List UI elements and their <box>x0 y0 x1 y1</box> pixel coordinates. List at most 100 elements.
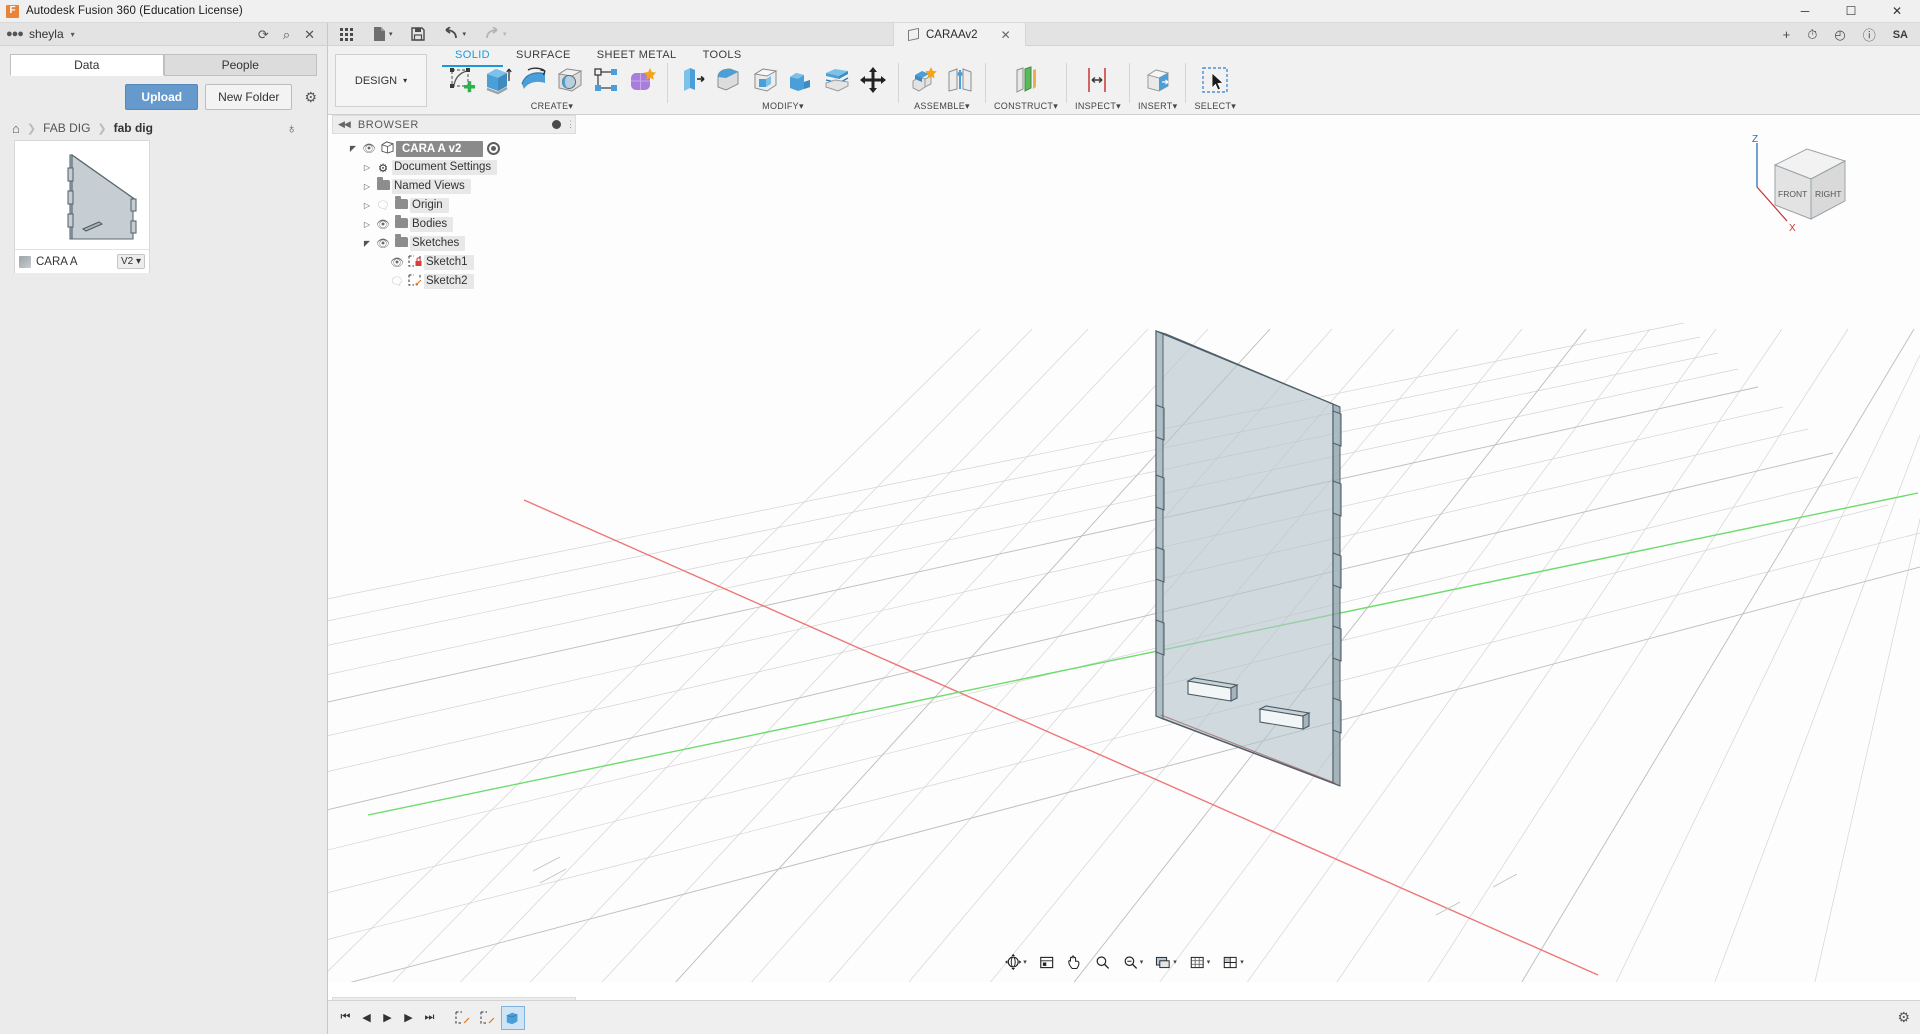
panel-label-construct[interactable]: CONSTRUCT▾ <box>994 101 1058 112</box>
joint-icon[interactable] <box>943 63 977 97</box>
play-button[interactable]: ▶ <box>378 1007 397 1029</box>
hub-name[interactable]: sheyla <box>29 27 64 41</box>
home-icon[interactable]: ⌂ <box>12 121 20 136</box>
look-at-button[interactable] <box>1034 951 1059 974</box>
tree-node-origin[interactable]: ▷ 🗨 Origin <box>332 196 576 215</box>
chevron-down-icon[interactable]: ▾ <box>71 30 75 39</box>
jump-end-button[interactable]: ⏭ <box>420 1007 439 1029</box>
redo-caret-icon[interactable]: ▾ <box>503 30 507 38</box>
gear-icon[interactable]: ⚙ <box>304 89 317 106</box>
tab-data[interactable]: Data <box>10 54 164 76</box>
workspace-selector[interactable]: DESIGN ▾ <box>335 54 427 107</box>
revolve-icon[interactable] <box>517 63 551 97</box>
tree-node-root[interactable]: ◤ 👁 CARA A v2 <box>332 139 576 158</box>
new-component-icon[interactable] <box>907 63 941 97</box>
tree-node-sketches[interactable]: ◤ 👁 Sketches <box>332 234 576 253</box>
step-back-button[interactable]: ◀ <box>357 1007 376 1029</box>
upload-button[interactable]: Upload <box>125 84 199 110</box>
avatar[interactable]: SA <box>1893 29 1908 41</box>
job-status-icon[interactable]: ⏱ <box>1807 27 1817 43</box>
tree-node-named-views[interactable]: ▷ Named Views <box>332 177 576 196</box>
expand-arrow-icon-origin[interactable]: ▷ <box>360 201 374 210</box>
refresh-icon[interactable]: ⟳ <box>258 28 269 41</box>
document-tab[interactable]: CARAAv2 ✕ <box>893 23 1026 46</box>
visibility-eye-icon-sketch1[interactable]: 👁 <box>388 256 406 269</box>
collapse-arrow-icon-sketches[interactable]: ◤ <box>360 239 374 248</box>
offset-plane-icon[interactable] <box>1009 63 1043 97</box>
save-icon[interactable] <box>410 26 426 42</box>
globe-icon[interactable]: ♁ <box>287 120 298 136</box>
fit-caret-icon[interactable]: ▾ <box>1140 958 1144 966</box>
extrude-icon[interactable] <box>481 63 515 97</box>
zoom-button[interactable] <box>1090 951 1115 974</box>
browser-dot-icon[interactable] <box>552 120 561 129</box>
tab-people[interactable]: People <box>163 54 317 76</box>
panel-label-create[interactable]: CREATE▾ <box>531 101 573 112</box>
visibility-eye-off-icon[interactable]: 🗨 <box>374 199 392 212</box>
close-data-panel-icon[interactable]: ✕ <box>304 28 315 41</box>
panel-label-inspect[interactable]: INSPECT▾ <box>1075 101 1121 112</box>
offset-face-icon[interactable] <box>820 63 854 97</box>
viewports-button[interactable]: ▾ <box>1217 951 1248 974</box>
file-card[interactable]: CARA A V2 ▾ <box>14 140 150 273</box>
breadcrumb-item-fab-dig[interactable]: FAB DIG <box>43 121 90 135</box>
grid-caret-icon[interactable]: ▾ <box>1207 958 1211 966</box>
tree-node-document-settings[interactable]: ▷ ⚙ Document Settings <box>332 158 576 177</box>
help-icon[interactable]: ⓘ <box>1863 25 1876 44</box>
visibility-eye-icon-sketches[interactable]: 👁 <box>374 237 392 250</box>
create-sketch-icon[interactable] <box>445 63 479 97</box>
expand-arrow-icon[interactable]: ◤ <box>346 144 360 153</box>
undo-icon[interactable] <box>443 27 460 41</box>
timeline-settings-gear-icon[interactable]: ⚙ <box>1897 1009 1910 1026</box>
panel-label-insert[interactable]: INSERT▾ <box>1138 101 1177 112</box>
orbit-caret-icon[interactable]: ▾ <box>1023 958 1027 966</box>
expand-arrow-icon-doc[interactable]: ▷ <box>360 163 374 172</box>
tree-node-sketch1[interactable]: 👁 Sketch1 <box>332 253 576 272</box>
new-file-caret-icon[interactable]: ▾ <box>389 30 393 38</box>
shell-icon[interactable] <box>748 63 782 97</box>
tree-node-bodies[interactable]: ▷ 👁 Bodies <box>332 215 576 234</box>
collapse-icon[interactable]: ◀◀ <box>338 119 351 130</box>
display-caret-icon[interactable]: ▾ <box>1173 958 1177 966</box>
version-selector[interactable]: V2 ▾ <box>116 254 145 269</box>
panel-label-assemble[interactable]: ASSEMBLE▾ <box>914 101 970 112</box>
timeline-feature-sketch1[interactable] <box>451 1006 475 1030</box>
pattern-icon[interactable] <box>589 63 623 97</box>
timeline-feature-sketch2[interactable] <box>476 1006 500 1030</box>
view-cube[interactable]: Z X FRONT RIGHT <box>1745 134 1865 245</box>
step-forward-button[interactable]: ▶ <box>399 1007 418 1029</box>
maximize-button[interactable]: ☐ <box>1828 0 1874 23</box>
expand-arrow-icon-bodies[interactable]: ▷ <box>360 220 374 229</box>
grid-apps-icon[interactable] <box>339 26 355 42</box>
undo-caret-icon[interactable]: ▾ <box>463 30 467 38</box>
viewports-caret-icon[interactable]: ▾ <box>1240 958 1244 966</box>
fit-button[interactable]: ▾ <box>1118 951 1148 974</box>
browser-grip[interactable]: ⋮ <box>566 119 575 130</box>
new-file-icon[interactable] <box>372 26 386 42</box>
select-cursor-icon[interactable] <box>1198 63 1232 97</box>
grid-snap-button[interactable]: ▾ <box>1184 951 1215 974</box>
timeline-feature-extrude[interactable] <box>501 1005 525 1030</box>
press-pull-icon[interactable] <box>676 63 710 97</box>
add-tab-icon[interactable]: + <box>1783 27 1791 42</box>
insert-derive-icon[interactable] <box>1141 63 1175 97</box>
orbit-button[interactable]: ▾ <box>1000 950 1031 974</box>
panel-label-modify[interactable]: MODIFY▾ <box>762 101 804 112</box>
search-icon[interactable]: ⌕ <box>283 28 290 41</box>
close-icon[interactable]: ✕ <box>1001 28 1011 42</box>
form-icon[interactable] <box>625 63 659 97</box>
redo-icon[interactable] <box>483 27 500 41</box>
combine-icon[interactable] <box>784 63 818 97</box>
visibility-eye-icon[interactable]: 👁 <box>360 142 378 155</box>
measure-icon[interactable] <box>1081 63 1115 97</box>
tree-node-sketch2[interactable]: 🗨 Sketch2 <box>332 272 576 291</box>
expand-arrow-icon-views[interactable]: ▷ <box>360 182 374 191</box>
jump-start-button[interactable]: ⏮ <box>336 1007 355 1029</box>
visibility-eye-off-icon-sketch2[interactable]: 🗨 <box>388 275 406 288</box>
move-copy-icon[interactable] <box>856 63 890 97</box>
new-folder-button[interactable]: New Folder <box>205 84 293 110</box>
display-settings-button[interactable]: ▾ <box>1150 951 1181 974</box>
pan-button[interactable] <box>1062 951 1087 974</box>
fillet-icon[interactable] <box>712 63 746 97</box>
breadcrumb-item-current[interactable]: fab dig <box>114 121 153 135</box>
